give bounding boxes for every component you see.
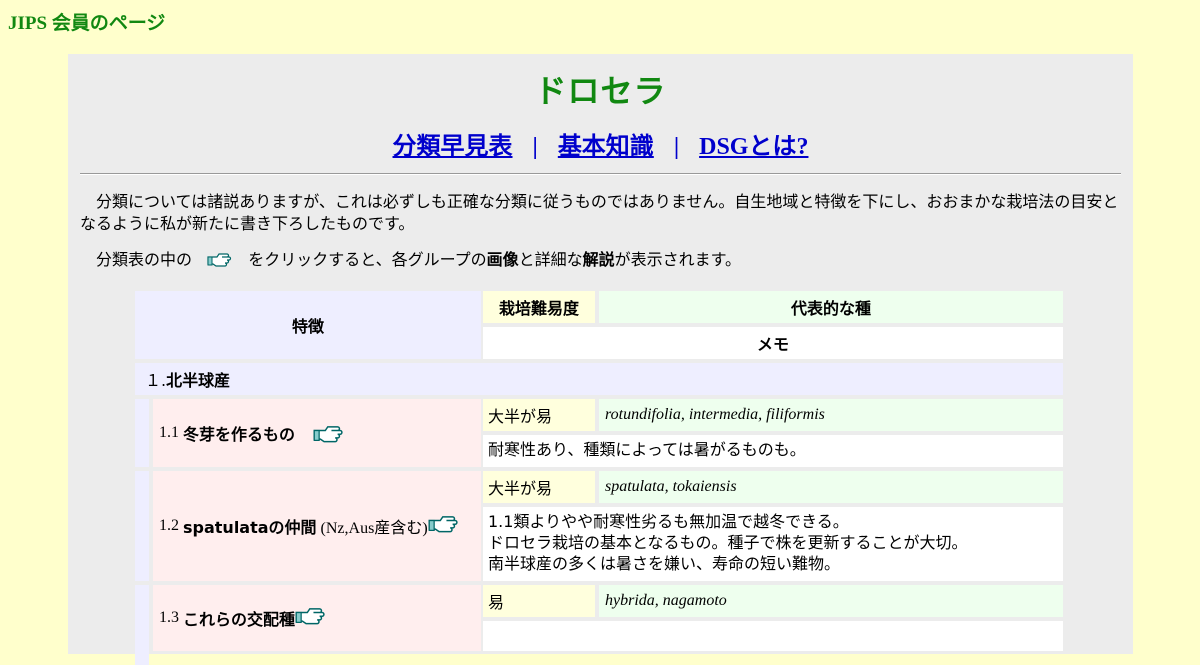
row-name: spatulataの仲間 [183, 518, 317, 537]
indent-cell [135, 585, 149, 665]
feature-cell: 1.3 これらの交配種 [153, 585, 481, 651]
header-difficulty: 栽培難易度 [483, 291, 595, 323]
classification-table: 特徴 栽培難易度 代表的な種 メモ １. 北半球産 1.1 冬芽を作るもの 大半が… [68, 54, 1133, 665]
memo-cell: 1.1類よりやや耐寒性劣るも無加温で越冬できる。 ドロセラ栽培の基本となるもの。… [483, 507, 1063, 581]
memo-cell [483, 621, 1063, 651]
indent-cell [135, 471, 149, 581]
feature-cell: 1.1 冬芽を作るもの [153, 399, 481, 467]
pointing-hand-icon[interactable] [313, 423, 345, 443]
row-number: 1.2 [159, 517, 179, 534]
header-species: 代表的な種 [599, 291, 1063, 323]
species-cell: hybrida, nagamoto [599, 585, 1063, 617]
row-number: 1.3 [159, 609, 179, 626]
header-feature: 特徴 [135, 291, 481, 359]
difficulty-cell: 大半が易 [483, 471, 595, 503]
pointing-hand-icon[interactable] [295, 605, 327, 625]
pointing-hand-icon[interactable] [428, 513, 460, 533]
group-label: 北半球産 [166, 371, 231, 390]
memo-line: 南半球産の多くは暑さを嫌い、寿命の短い難物。 [488, 554, 841, 573]
indent-cell [135, 399, 149, 467]
difficulty-cell: 大半が易 [483, 399, 595, 431]
species-cell: rotundifolia, intermedia, filiformis [599, 399, 1063, 431]
row-name: これらの交配種 [183, 610, 296, 629]
species-cell: spatulata, tokaiensis [599, 471, 1063, 503]
difficulty-cell: 易 [483, 585, 595, 617]
memo-line: 耐寒性あり、種類によっては暑がるものも。 [488, 440, 806, 459]
group-row: １. 北半球産 [135, 363, 1063, 395]
group-number: １. [145, 371, 167, 390]
site-title: JIPS 会員のページ [8, 13, 166, 34]
memo-line: ドロセラ栽培の基本となるもの。種子で株を更新することが大切。 [488, 533, 968, 552]
row-note: (Nz,Aus産含む) [320, 520, 428, 537]
header-memo: メモ [483, 327, 1063, 359]
memo-line: 1.1類よりやや耐寒性劣るも無加温で越冬できる。 [488, 512, 849, 531]
feature-cell: 1.2 spatulataの仲間 (Nz,Aus産含む) [153, 471, 481, 581]
main-panel: ドロセラ 分類早見表 | 基本知識 | DSGとは? 分類については諸説あります… [68, 54, 1133, 665]
memo-cell: 耐寒性あり、種類によっては暑がるものも。 [483, 435, 1063, 467]
row-number: 1.1 [159, 424, 179, 441]
row-name: 冬芽を作るもの [183, 425, 296, 444]
